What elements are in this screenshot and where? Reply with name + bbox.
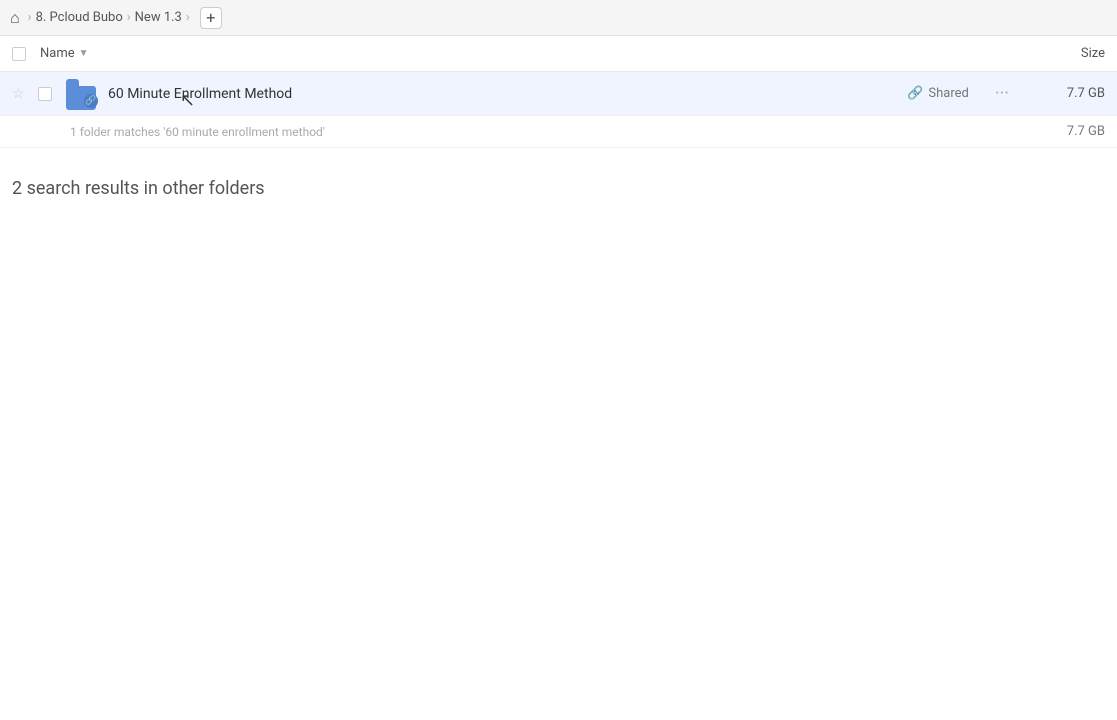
- folder-tab: [66, 79, 79, 86]
- column-size-header: Size: [1025, 46, 1105, 61]
- match-info-text: 1 folder matches '60 minute enrollment m…: [70, 125, 325, 139]
- header-checkbox-area[interactable]: [12, 47, 40, 61]
- shared-label-area: 🔗 Shared: [907, 86, 969, 101]
- folder-icon-wrap: 🔗: [66, 78, 98, 110]
- select-all-checkbox[interactable]: [12, 47, 26, 61]
- match-info-size: 7.7 GB: [1067, 124, 1105, 139]
- add-tab-button[interactable]: +: [200, 7, 222, 29]
- breadcrumb-separator-1: ›: [28, 10, 32, 25]
- folder-icon: 🔗: [66, 78, 98, 110]
- shared-label: Shared: [928, 86, 968, 101]
- breadcrumb-item-pcloud[interactable]: 8. Pcloud Bubo: [36, 10, 123, 25]
- row-checkbox-box[interactable]: [38, 87, 52, 101]
- breadcrumb-separator-2: ›: [127, 10, 131, 25]
- home-icon[interactable]: ⌂: [10, 8, 20, 28]
- breadcrumb-bar: ⌂ › 8. Pcloud Bubo › New 1.3 › +: [0, 0, 1117, 36]
- other-results-heading: 2 search results in other folders: [0, 148, 1117, 215]
- breadcrumb-separator-3: ›: [186, 10, 190, 25]
- more-options-button[interactable]: ···: [989, 79, 1015, 108]
- folder-badge: 🔗: [84, 94, 98, 108]
- column-name-label: Name: [40, 46, 75, 61]
- column-header: Name ▼ Size: [0, 36, 1117, 72]
- breadcrumb-item-new13[interactable]: New 1.3: [135, 10, 182, 25]
- file-size: 7.7 GB: [1025, 86, 1105, 101]
- sort-arrow-icon: ▼: [79, 48, 89, 59]
- file-row[interactable]: ☆ 🔗 60 Minute Enrollment Method 🔗 Shared…: [0, 72, 1117, 116]
- folder-shape: 🔗: [66, 86, 96, 110]
- link-icon: 🔗: [907, 86, 923, 101]
- column-name-header[interactable]: Name ▼: [40, 46, 1025, 61]
- match-info-row: 1 folder matches '60 minute enrollment m…: [0, 116, 1117, 148]
- folder-badge-icon: 🔗: [85, 96, 96, 106]
- star-icon[interactable]: ☆: [12, 86, 32, 102]
- folder-name[interactable]: 60 Minute Enrollment Method: [108, 86, 907, 102]
- row-checkbox[interactable]: [38, 87, 58, 101]
